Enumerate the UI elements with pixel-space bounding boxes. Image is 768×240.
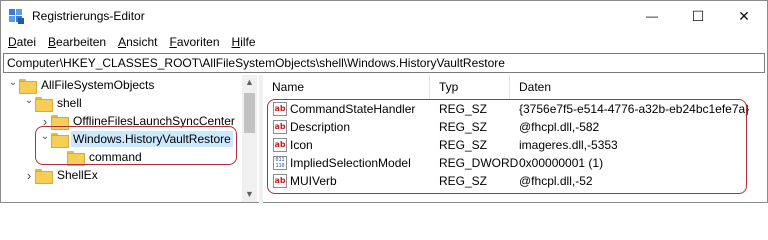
tree-highlight-outline bbox=[35, 126, 237, 165]
scroll-up-icon[interactable]: ▲ bbox=[242, 75, 257, 90]
tree-item[interactable]: ⌄ AllFileSystemObjects bbox=[7, 76, 156, 94]
chevron-down-icon[interactable]: ⌄ bbox=[7, 77, 19, 88]
menu-accelerator: H bbox=[231, 35, 241, 49]
maximize-icon: ☐ bbox=[691, 7, 705, 24]
close-button[interactable]: ✕ bbox=[721, 1, 767, 31]
menu-datei[interactable]: Datei bbox=[8, 35, 36, 49]
key-tree: ⌄ AllFileSystemObjects ⌄ shell › OfflineFiles… bbox=[3, 75, 257, 202]
menu-label-rest: earbeiten bbox=[56, 35, 107, 49]
minimize-button[interactable]: — bbox=[629, 1, 675, 31]
tree-item-label: ShellEx bbox=[57, 168, 98, 182]
menu-label-rest: nsicht bbox=[126, 35, 158, 49]
chevron-down-icon[interactable]: ⌄ bbox=[23, 95, 35, 106]
menu-accelerator: A bbox=[118, 35, 127, 49]
menu-label-rest: avoriten bbox=[176, 35, 220, 49]
list-header: Name Typ Daten bbox=[263, 75, 767, 99]
tree-item-label: AllFileSystemObjects bbox=[41, 78, 155, 92]
column-header-data[interactable]: Daten bbox=[510, 75, 767, 99]
address-bar[interactable]: Computer\HKEY_CLASSES_ROOT\AllFileSystem… bbox=[3, 53, 765, 73]
tree-scrollbar[interactable]: ▲ ▼ bbox=[242, 75, 257, 202]
menu-favoriten[interactable]: Favoriten bbox=[169, 35, 219, 49]
registry-editor-window: Registrierungs-Editor — ☐ ✕ Datei Bearbei… bbox=[0, 0, 768, 204]
minimize-icon: — bbox=[646, 9, 658, 23]
values-list: Name Typ Daten ab CommandStateHandler REG_… bbox=[263, 75, 767, 202]
close-icon: ✕ bbox=[738, 7, 750, 24]
menu-ansicht[interactable]: Ansicht bbox=[118, 35, 157, 49]
column-header-name[interactable]: Name bbox=[263, 75, 430, 99]
scroll-down-icon[interactable]: ▼ bbox=[242, 187, 257, 202]
window-title: Registrierungs-Editor bbox=[32, 9, 145, 23]
registry-editor-icon bbox=[9, 9, 24, 24]
maximize-button[interactable]: ☐ bbox=[675, 1, 721, 31]
chevron-right-icon[interactable]: › bbox=[23, 168, 35, 183]
menu-accelerator: F bbox=[169, 35, 177, 49]
menu-bar: Datei Bearbeiten Ansicht Favoriten Hilfe bbox=[1, 32, 767, 52]
menu-bearbeiten[interactable]: Bearbeiten bbox=[48, 35, 106, 49]
menu-label-rest: atei bbox=[16, 35, 37, 49]
address-path: Computer\HKEY_CLASSES_ROOT\AllFileSystem… bbox=[7, 56, 505, 70]
tree-item[interactable]: ⌄ shell bbox=[23, 94, 84, 112]
menu-hilfe[interactable]: Hilfe bbox=[232, 35, 256, 49]
values-highlight-outline bbox=[267, 99, 747, 194]
tree-item-label: shell bbox=[57, 96, 82, 110]
folder-icon bbox=[35, 96, 53, 112]
folder-icon bbox=[35, 168, 53, 184]
tree-item[interactable]: › ShellEx bbox=[23, 166, 100, 184]
scroll-thumb[interactable] bbox=[244, 93, 255, 133]
menu-accelerator: B bbox=[48, 35, 57, 49]
menu-accelerator: D bbox=[8, 35, 17, 49]
menu-label-rest: ilfe bbox=[240, 35, 256, 49]
title-bar: Registrierungs-Editor — ☐ ✕ bbox=[1, 1, 767, 32]
folder-icon bbox=[19, 78, 37, 94]
column-header-type[interactable]: Typ bbox=[430, 75, 510, 99]
